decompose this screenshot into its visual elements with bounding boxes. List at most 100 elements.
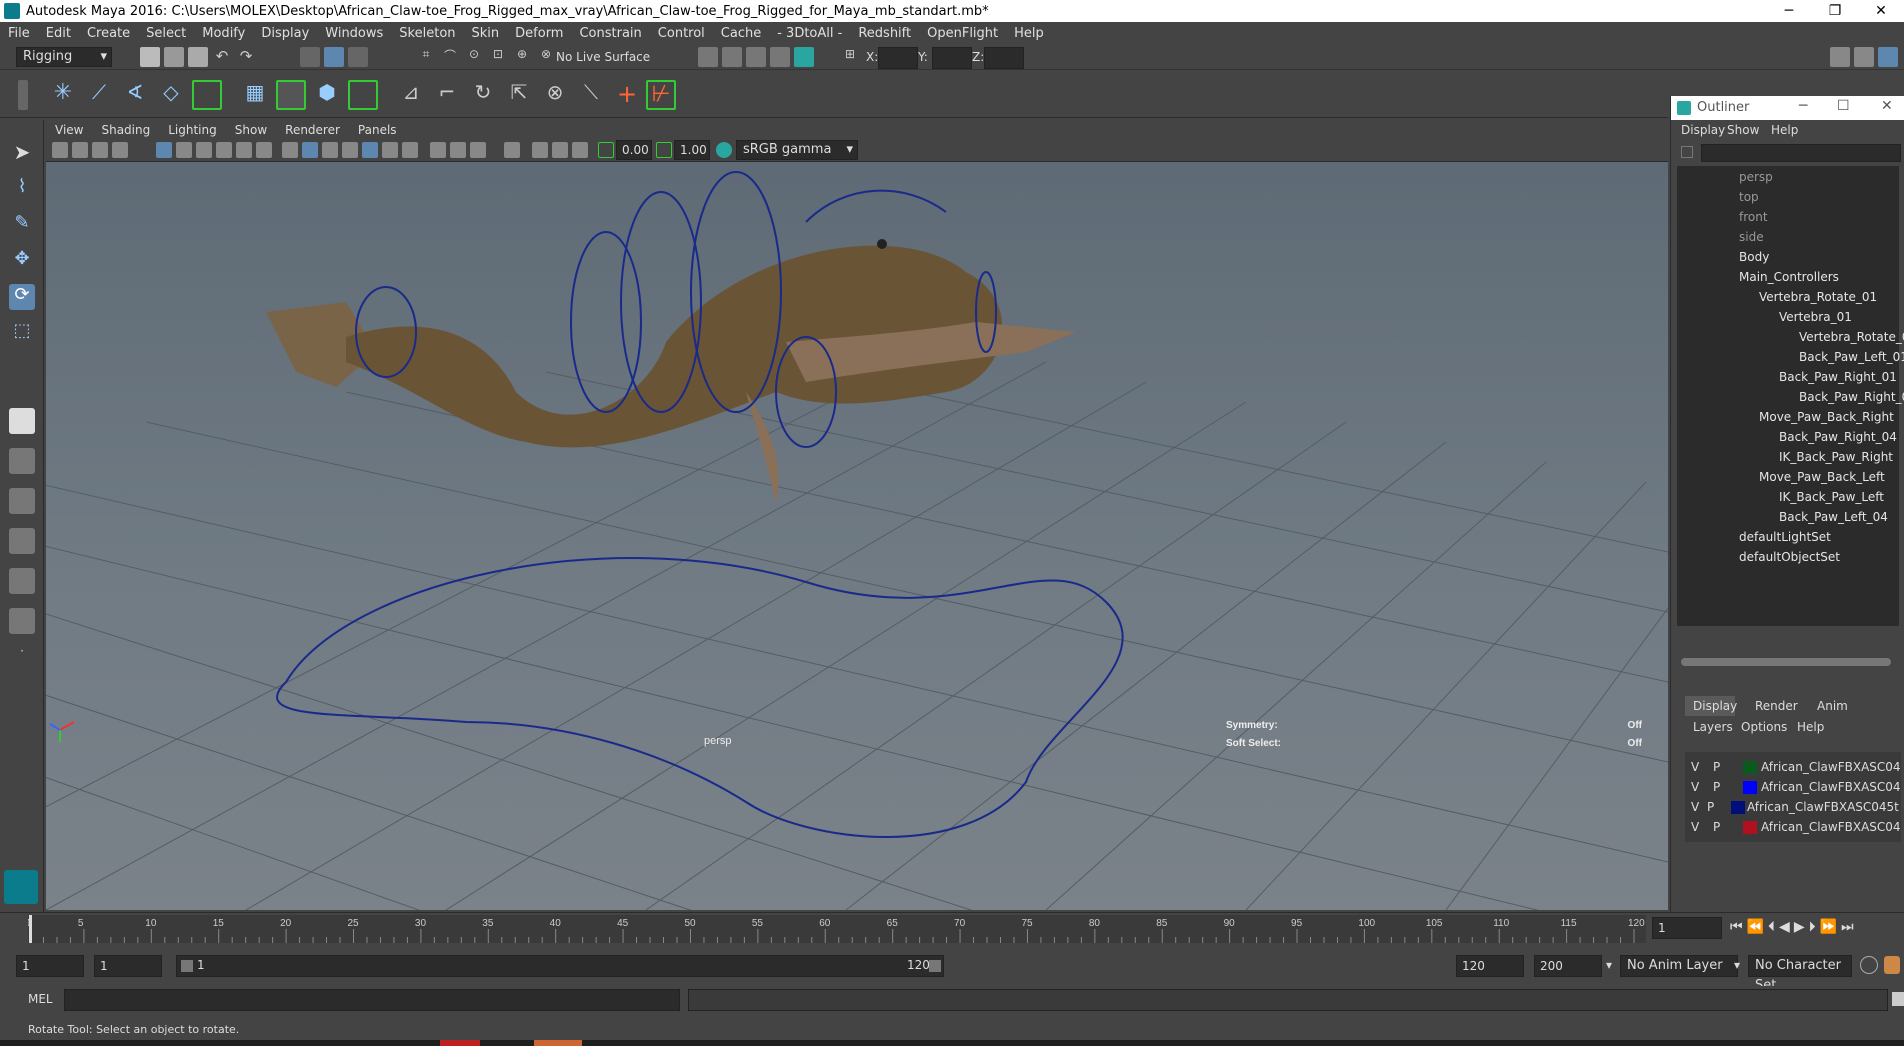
layer-visibility-toggle[interactable]: V [1691,778,1699,797]
current-frame-field[interactable]: 1 [1652,917,1722,939]
maya-home-icon[interactable] [4,870,38,904]
layer-color-swatch[interactable] [1743,821,1757,834]
select-component-icon[interactable] [348,47,368,67]
snap-curve-icon[interactable]: ⌒ [440,47,460,67]
lasso-tool-icon[interactable]: ⌇ [9,176,35,202]
outliner-item-back-paw-right-01[interactable]: Back_Paw_Right_01 [1779,368,1897,387]
menu-help[interactable]: Help [1006,26,1052,41]
outliner-item-top[interactable]: top [1739,188,1759,207]
wireframe-icon[interactable] [282,142,298,158]
snap-point-icon[interactable]: ⊙ [464,47,484,67]
sculpt-deformer-icon[interactable] [348,80,378,110]
persp-graph-layout-icon[interactable] [9,528,35,554]
gamma-icon[interactable] [656,142,672,158]
menu-modify[interactable]: Modify [194,26,253,41]
x-field[interactable] [878,47,918,69]
taskbar-app-indicator[interactable] [534,1040,582,1046]
current-time-marker[interactable] [29,915,32,943]
z-field[interactable] [984,47,1024,69]
lattice-icon[interactable]: ▦ [240,80,270,110]
grid-toggle-icon[interactable] [156,142,172,158]
main-control-curve[interactable] [276,557,1124,838]
wrap-deformer-icon[interactable]: ⬢ [312,80,342,110]
outliner-item-persp[interactable]: persp [1739,168,1773,187]
color-management-icon[interactable] [716,142,732,158]
menu-create[interactable]: Create [79,26,138,41]
persp-outliner-layout-icon[interactable] [9,568,35,594]
chevron-down-icon[interactable]: ▾ [1606,958,1612,972]
menu-openflight[interactable]: OpenFlight [919,26,1006,41]
layer-color-swatch[interactable] [1743,781,1757,794]
menu-skeleton[interactable]: Skeleton [391,26,463,41]
menu-constrain[interactable]: Constrain [571,26,649,41]
outliner-horizontal-scrollbar[interactable] [1681,658,1891,666]
layer-row[interactable]: V P African_ClawFBXASC04 [1691,778,1901,797]
outliner-item-back-paw-right-02[interactable]: Back_Paw_Right_02 [1799,388,1904,407]
redo-icon[interactable]: ↷ [236,47,256,67]
select-tool-icon[interactable]: ➤ [9,140,35,166]
layer-tab-render[interactable]: Render [1755,699,1798,713]
layer-menu-help[interactable]: Help [1797,720,1824,734]
outliner-item-default-object-set[interactable]: defaultObjectSet [1739,548,1840,567]
menu-control[interactable]: Control [650,26,713,41]
group-pivot-icon[interactable]: ⊬ [646,80,676,110]
outliner-item-vertebra-rotate-02[interactable]: Vertebra_Rotate_02 [1799,328,1904,347]
play-backward-icon[interactable]: ◀ [1779,919,1794,935]
exposure-field[interactable]: 0.00 [616,140,652,160]
restore-button[interactable]: ❐ [1812,0,1858,22]
paint-select-icon[interactable]: ✎ [9,212,35,238]
step-back-icon[interactable]: ⏪ [1747,919,1768,935]
select-camera-icon[interactable] [52,142,68,158]
layer-playback-toggle[interactable]: P [1713,758,1720,777]
playback-start-field[interactable]: 1 [94,955,162,977]
auto-key-icon[interactable] [1860,956,1878,974]
wireframe-on-shaded-icon[interactable] [342,142,358,158]
menu-set-dropdown[interactable]: Rigging ▾ [16,47,112,67]
snap-view-icon[interactable]: ⊡ [488,47,508,67]
step-forward-icon[interactable]: ⏩ [1820,919,1841,935]
outliner-item-back-paw-right-04[interactable]: Back_Paw_Right_04 [1779,428,1897,447]
outliner-item-back-paw-left-04[interactable]: Back_Paw_Left_04 [1779,508,1888,527]
outliner-close-button[interactable]: ✕ [1881,98,1893,114]
viewport-menu-view[interactable]: View [46,123,92,137]
layer-tab-display[interactable]: Display [1685,696,1737,716]
command-input[interactable] [64,989,680,1011]
layer-color-swatch[interactable] [1731,801,1745,814]
frog-model[interactable] [266,239,1076,502]
menu-edit[interactable]: Edit [38,26,79,41]
xray-components-icon[interactable] [572,142,588,158]
viewport-menu-show[interactable]: Show [226,123,276,137]
range-start-handle[interactable] [181,960,193,972]
menu-redshift[interactable]: Redshift [850,26,919,41]
layer-playback-toggle[interactable]: P [1713,778,1720,797]
layer-visibility-toggle[interactable]: V [1691,798,1699,817]
modeling-toolkit-icon[interactable] [1830,47,1850,67]
layer-menu-layers[interactable]: Layers [1693,720,1733,734]
side-by-side-layout-icon[interactable] [9,488,35,514]
outliner-item-vertebra-rotate-01[interactable]: Vertebra_Rotate_01 [1759,288,1877,307]
scale-tool-icon[interactable]: ⬚ [9,320,35,346]
layer-row[interactable]: V P African_ClawFBXASC04 [1691,758,1901,777]
layer-color-swatch[interactable] [1743,761,1757,774]
safe-action-icon[interactable] [256,142,272,158]
step-back-key-icon[interactable]: ⏴ [1768,919,1779,935]
aim-constraint-icon[interactable]: ⌐ [432,80,462,110]
render-settings-icon[interactable] [770,47,790,67]
hypershade-icon[interactable] [794,47,814,67]
outliner-item-vertebra-01[interactable]: Vertebra_01 [1779,308,1852,327]
use-all-lights-icon[interactable] [382,142,398,158]
new-scene-icon[interactable] [140,47,160,67]
layer-playback-toggle[interactable]: P [1707,798,1714,817]
menu-display[interactable]: Display [253,26,317,41]
play-forward-icon[interactable]: ▶ [1794,919,1809,935]
viewport-menu-shading[interactable]: Shading [92,123,159,137]
joint-tool-icon[interactable]: ✳ [48,80,78,110]
select-hierarchy-icon[interactable] [300,47,320,67]
use-default-material-icon[interactable] [322,142,338,158]
outliner-item-side[interactable]: side [1739,228,1764,247]
ipr-render-icon[interactable] [746,47,766,67]
hypershade-layout-icon[interactable] [9,608,35,634]
color-space-dropdown[interactable]: sRGB gamma ▾ [736,140,858,160]
pole-vector-icon[interactable]: ⟍ [576,80,606,110]
outliner-item-ik-back-paw-left[interactable]: IK_Back_Paw_Left [1779,488,1884,507]
